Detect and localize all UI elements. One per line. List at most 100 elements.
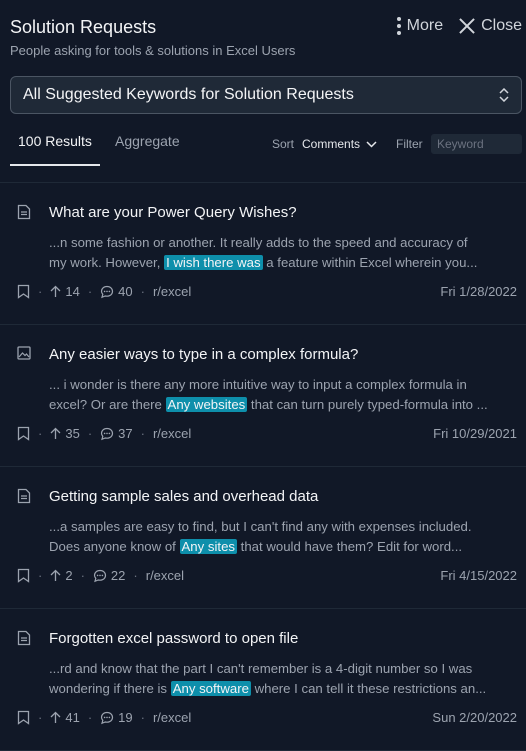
more-vertical-icon <box>396 17 401 35</box>
meta-separator: · <box>140 426 145 441</box>
upvote-value: 35 <box>65 426 80 441</box>
upvote-count: 41 <box>50 710 80 725</box>
more-button[interactable]: More <box>396 17 444 35</box>
comment-count: 40 <box>100 284 133 299</box>
comment-icon <box>101 711 114 724</box>
bookmark-icon[interactable] <box>17 568 30 583</box>
subreddit-link[interactable]: r/excel <box>153 710 191 725</box>
result-date: Sun 2/20/2022 <box>432 710 517 725</box>
snippet-line: ... i wonder is there any more intuitive… <box>49 377 467 392</box>
result-title[interactable]: Forgotten excel password to open file <box>49 630 298 647</box>
upvote-value: 41 <box>65 710 80 725</box>
comment-value: 40 <box>118 284 133 299</box>
close-button[interactable]: Close <box>459 17 522 35</box>
sort-label: Sort <box>272 137 295 151</box>
tab-aggregate[interactable]: Aggregate <box>115 133 180 149</box>
snippet-text: excel? Or are there <box>49 397 166 412</box>
panel-header: Solution Requests People asking for tool… <box>0 0 526 72</box>
comment-count: 37 <box>100 426 133 441</box>
list-item[interactable]: Forgotten excel password to open file ..… <box>0 609 526 751</box>
keyword-filter-input[interactable] <box>431 134 522 154</box>
result-snippet: ...rd and know that the part I can't rem… <box>49 659 509 699</box>
result-snippet: ... i wonder is there any more intuitive… <box>49 375 509 415</box>
bookmark-icon[interactable] <box>17 284 30 299</box>
document-icon <box>17 204 31 225</box>
upvote-count: 35 <box>50 426 80 441</box>
meta-separator: · <box>87 284 93 299</box>
result-date: Fri 10/29/2021 <box>433 426 517 441</box>
meta-separator: · <box>38 284 43 299</box>
image-icon <box>17 346 31 365</box>
keyword-highlight: Any websites <box>165 397 248 412</box>
upvote-count: 2 <box>50 568 73 583</box>
arrow-up-icon <box>50 427 61 439</box>
meta-separator: · <box>140 284 145 299</box>
comment-value: 37 <box>118 426 133 441</box>
result-meta: · 2 · 22 · r/excel <box>17 568 184 583</box>
comment-icon <box>101 285 114 298</box>
meta-separator: · <box>80 568 85 583</box>
result-meta: · 14 · 40 · r/excel <box>17 284 191 299</box>
arrow-up-icon <box>50 569 61 581</box>
result-snippet: ...a samples are easy to find, but I can… <box>49 517 509 557</box>
snippet-text: my work. However, <box>49 255 165 270</box>
keyword-highlight: Any sites <box>179 539 238 554</box>
sort-value: Comments <box>302 137 361 151</box>
more-label: More <box>406 17 444 34</box>
keyword-select[interactable]: All Suggested Keywords for Solution Requ… <box>10 76 522 114</box>
meta-separator: · <box>87 426 93 441</box>
result-meta: · 41 · 19 · r/excel <box>17 710 191 725</box>
comment-value: 22 <box>110 568 126 583</box>
results-toolbar: 100 Results Aggregate Sort Comments Filt… <box>0 120 526 183</box>
tab-results[interactable]: 100 Results <box>18 133 92 149</box>
subreddit-link[interactable]: r/excel <box>153 426 191 441</box>
snippet-text: a feature within Excel wherein you... <box>262 255 478 270</box>
snippet-text: wondering if there is <box>49 681 171 696</box>
result-snippet: ...n some fashion or another. It really … <box>49 233 509 273</box>
subreddit-link[interactable]: r/excel <box>146 568 184 583</box>
panel-title: Solution Requests <box>10 17 157 37</box>
keyword-highlight: I wish there was <box>164 255 263 270</box>
list-item[interactable]: Getting sample sales and overhead data .… <box>0 467 526 609</box>
result-meta: · 35 · 37 · r/excel <box>17 426 191 441</box>
list-item[interactable]: What are your Power Query Wishes? ...n s… <box>0 183 526 325</box>
results-list: What are your Power Query Wishes? ...n s… <box>0 183 526 751</box>
result-title[interactable]: Getting sample sales and overhead data <box>49 488 318 505</box>
active-tab-indicator <box>10 164 100 166</box>
meta-separator: · <box>87 710 93 725</box>
bookmark-icon[interactable] <box>17 426 30 441</box>
subreddit-link[interactable]: r/excel <box>153 284 191 299</box>
chevron-down-icon <box>366 140 377 148</box>
upvote-value: 2 <box>65 568 73 583</box>
sort-dropdown[interactable]: Comments <box>302 137 377 151</box>
close-icon <box>459 18 475 34</box>
snippet-line: wondering if there is Any software where… <box>49 679 509 699</box>
comment-icon <box>101 427 114 440</box>
header-actions: More Close <box>396 17 522 35</box>
filter-label: Filter <box>396 137 423 151</box>
comment-icon <box>93 569 107 582</box>
bookmark-icon[interactable] <box>17 710 30 725</box>
snippet-text: where I can tell it these restrictions a… <box>250 681 487 696</box>
meta-separator: · <box>38 568 43 583</box>
meta-separator: · <box>38 710 43 725</box>
chevron-up-down-icon <box>499 88 509 102</box>
snippet-text: Does anyone know of <box>49 539 180 554</box>
meta-separator: · <box>140 710 145 725</box>
arrow-up-icon <box>50 285 61 297</box>
snippet-line: Does anyone know of Any sites that would… <box>49 537 509 557</box>
result-date: Fri 4/15/2022 <box>440 568 517 583</box>
meta-separator: · <box>38 426 43 441</box>
list-item[interactable]: Any easier ways to type in a complex for… <box>0 325 526 467</box>
snippet-line: ...rd and know that the part I can't rem… <box>49 661 473 676</box>
panel-subtitle: People asking for tools & solutions in E… <box>10 43 296 58</box>
keyword-select-value: All Suggested Keywords for Solution Requ… <box>23 86 354 103</box>
snippet-line: ...n some fashion or another. It really … <box>49 235 468 250</box>
comment-count: 22 <box>93 568 125 583</box>
result-title[interactable]: What are your Power Query Wishes? <box>49 204 297 221</box>
meta-separator: · <box>133 568 138 583</box>
sort-control: Sort Comments <box>272 137 377 151</box>
result-date: Fri 1/28/2022 <box>440 284 517 299</box>
result-title[interactable]: Any easier ways to type in a complex for… <box>49 346 358 363</box>
upvote-value: 14 <box>65 284 80 299</box>
